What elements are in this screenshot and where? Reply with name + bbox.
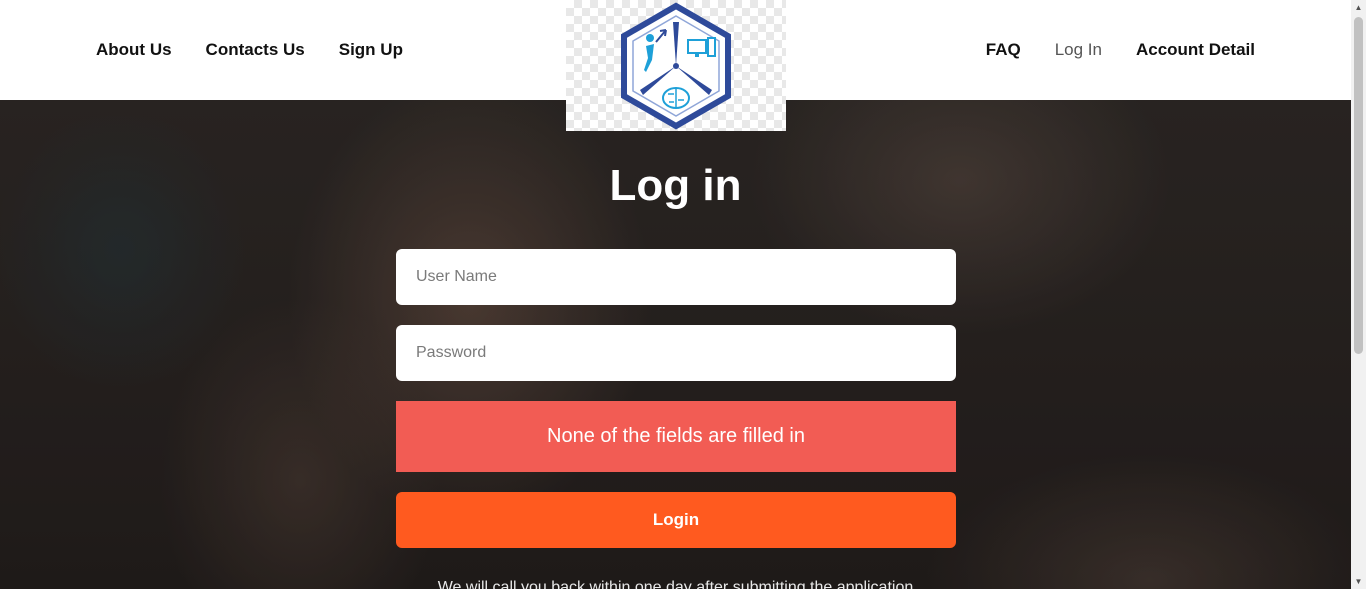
nav-right: FAQ Log In Account Detail xyxy=(986,38,1255,62)
page-title: Log in xyxy=(609,161,742,210)
callback-note: We will call you back within one day aft… xyxy=(437,579,914,589)
error-message: None of the fields are filled in xyxy=(396,401,956,472)
nav-about-us[interactable]: About Us xyxy=(96,38,172,62)
nav-account-detail[interactable]: Account Detail xyxy=(1136,38,1255,62)
scroll-down-arrow-icon[interactable]: ▼ xyxy=(1351,574,1366,589)
username-input[interactable] xyxy=(396,249,956,305)
nav-faq[interactable]: FAQ xyxy=(986,38,1021,62)
nav-contacts-us[interactable]: Contacts Us xyxy=(206,38,305,62)
scroll-up-arrow-icon[interactable]: ▲ xyxy=(1351,0,1366,15)
site-logo[interactable] xyxy=(566,0,786,131)
nav-sign-up[interactable]: Sign Up xyxy=(339,38,403,62)
hexagon-tech-logo-icon xyxy=(621,2,731,129)
password-input[interactable] xyxy=(396,325,956,381)
login-button[interactable]: Login xyxy=(396,492,956,548)
nav-log-in[interactable]: Log In xyxy=(1055,38,1102,62)
scroll-thumb[interactable] xyxy=(1354,17,1363,354)
page-scrollbar[interactable]: ▲ ▼ xyxy=(1351,0,1366,589)
nav-left: About Us Contacts Us Sign Up xyxy=(96,38,403,62)
